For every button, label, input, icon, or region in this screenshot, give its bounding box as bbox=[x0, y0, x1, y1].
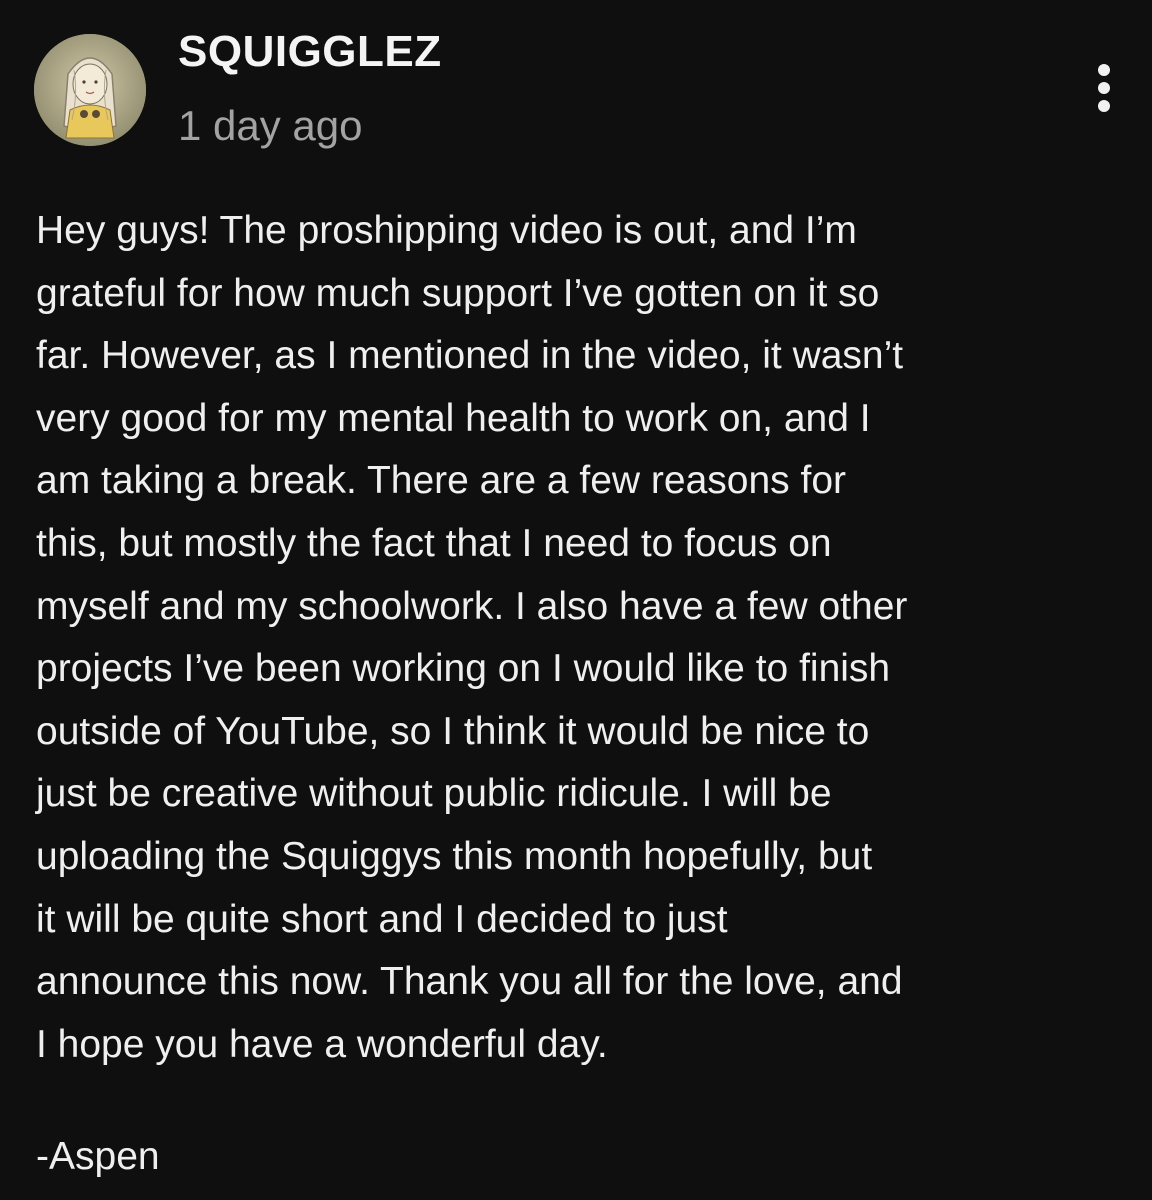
comment-body-line: far. However, as I mentioned in the vide… bbox=[36, 334, 904, 378]
comment-body: Hey guys! The proshipping video is out, … bbox=[36, 200, 1116, 1076]
comment-timestamp: 1 day ago bbox=[178, 102, 363, 149]
comment-body-line: projects I’ve been working on I would li… bbox=[36, 647, 891, 691]
avatar-drawing-icon bbox=[34, 34, 146, 146]
author-avatar[interactable] bbox=[34, 34, 146, 146]
comment-body-line: I hope you have a wonderful day. bbox=[36, 1022, 608, 1066]
comment-body-line: very good for my mental health to work o… bbox=[36, 396, 871, 440]
comment-body-line: grateful for how much support I’ve gotte… bbox=[36, 271, 880, 315]
comment-body-line: outside of YouTube, so I think it would … bbox=[36, 709, 870, 753]
author-name[interactable]: SQUIGGLEZ bbox=[178, 26, 442, 78]
more-vertical-icon bbox=[1098, 64, 1110, 112]
more-options-button[interactable] bbox=[1084, 58, 1124, 122]
comment-signature: -Aspen bbox=[36, 1135, 160, 1178]
comment-body-line: it will be quite short and I decided to … bbox=[36, 897, 728, 941]
comment-body-line: just be creative without public ridicule… bbox=[36, 772, 832, 816]
comment-body-line: uploading the Squiggys this month hopefu… bbox=[36, 834, 873, 878]
comment-body-line: this, but mostly the fact that I need to… bbox=[36, 521, 832, 565]
community-comment: SQUIGGLEZ 1 day ago Hey guys! The proshi… bbox=[0, 0, 1152, 1200]
comment-body-line: Hey guys! The proshipping video is out, … bbox=[36, 209, 857, 252]
comment-body-line: announce this now. Thank you all for the… bbox=[36, 960, 903, 1004]
comment-body-line: myself and my schoolwork. I also have a … bbox=[36, 584, 908, 628]
comment-body-line: am taking a break. There are a few reaso… bbox=[36, 459, 847, 503]
